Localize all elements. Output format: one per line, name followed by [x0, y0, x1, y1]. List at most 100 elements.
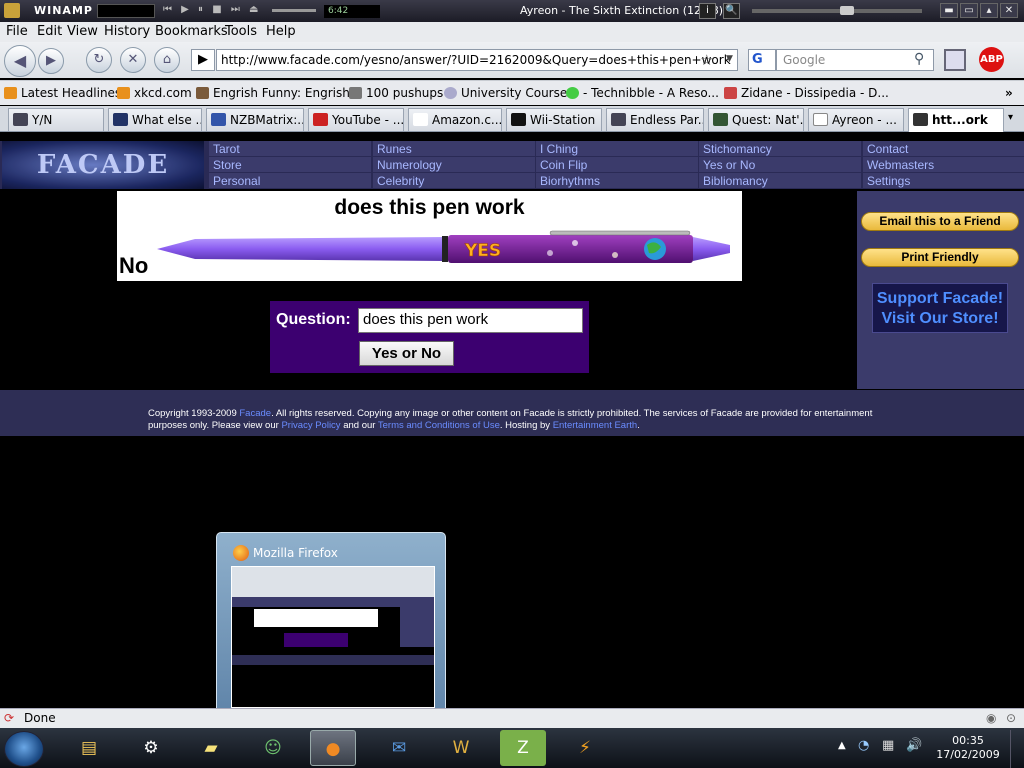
nav-link[interactable]: Contact	[863, 141, 1024, 156]
url-dropdown-icon[interactable]: ▼	[726, 54, 733, 64]
wow-icon[interactable]: W	[438, 730, 484, 766]
yes-or-no-button[interactable]: Yes or No	[359, 341, 454, 366]
messenger-icon[interactable]: ☺	[250, 730, 296, 766]
nav-link[interactable]: Numerology	[373, 157, 535, 172]
explorer-icon[interactable]: ▤	[66, 730, 112, 766]
menu-help[interactable]: Help	[266, 24, 296, 39]
menu-history[interactable]: History	[104, 24, 150, 39]
volume-slider[interactable]	[272, 9, 316, 12]
nav-link[interactable]: Biorhythms	[536, 173, 698, 188]
nav-link[interactable]: Celebrity	[373, 173, 535, 188]
terms-link[interactable]: Terms and Conditions of Use	[378, 420, 500, 431]
tray-expand-icon[interactable]: ▲	[838, 740, 846, 751]
seek-knob[interactable]	[840, 6, 854, 15]
thunderbird-icon[interactable]: ✉	[376, 730, 422, 766]
tab[interactable]: Quest: Nat'...	[708, 108, 804, 131]
volume-icon[interactable]: 🔊	[906, 738, 922, 753]
nav-link[interactable]: Personal	[209, 173, 371, 188]
nav-link[interactable]: Webmasters	[863, 157, 1024, 172]
privacy-policy-link[interactable]: Privacy Policy	[281, 420, 340, 431]
network-icon[interactable]: ▦	[882, 738, 894, 753]
question-input[interactable]: does this pen work	[358, 308, 583, 333]
winamp-logo-icon	[4, 3, 20, 18]
nav-link[interactable]: Store	[209, 157, 371, 172]
status-bar: ⟳ Done ◉ ⊙	[0, 708, 1024, 728]
bookmark-star-icon[interactable]: ☆	[700, 51, 713, 69]
steam-icon[interactable]: ⚙	[128, 730, 174, 766]
bookmark-item[interactable]: - Technibble - A Reso...	[566, 86, 719, 100]
nav-link[interactable]: Coin Flip	[536, 157, 698, 172]
go-icon[interactable]: ▶	[191, 49, 215, 71]
tab-active[interactable]: htt...ork	[908, 108, 1004, 132]
taskbar-thumbnail[interactable]: Mozilla Firefox	[216, 532, 446, 720]
adblock-icon[interactable]: ABP	[979, 47, 1004, 72]
tab[interactable]: NZBMatrix:...	[206, 108, 304, 131]
start-button[interactable]	[4, 731, 44, 767]
addon-icon[interactable]: ◉	[986, 711, 996, 725]
nav-link[interactable]: Settings	[863, 173, 1024, 188]
nav-link[interactable]: Bibliomancy	[699, 173, 861, 188]
footer-facade-link[interactable]: Facade	[239, 408, 271, 419]
nav-link[interactable]: Yes or No	[699, 157, 861, 172]
restore-icon[interactable]: ▭	[960, 3, 978, 18]
search-icon[interactable]: ⚲	[914, 51, 924, 67]
sticky-notes-icon[interactable]: ▰	[188, 730, 234, 766]
bookmark-item[interactable]: Zidane - Dissipedia - D...	[724, 86, 889, 100]
shade-icon[interactable]: ▴	[980, 3, 998, 18]
info-icon[interactable]: i	[699, 3, 716, 19]
bookmarks-overflow-icon[interactable]: »	[1005, 86, 1013, 100]
url-input[interactable]: http://www.facade.com/yesno/answer/?UID=…	[216, 49, 738, 71]
resize-icon[interactable]: ⊙	[1006, 711, 1016, 725]
zune-icon[interactable]: Z	[500, 730, 546, 766]
menu-file[interactable]: File	[6, 24, 28, 39]
bookmark-item[interactable]: University Courses	[444, 86, 574, 100]
support-store-banner[interactable]: Support Facade! Visit Our Store!	[872, 283, 1008, 333]
minimize-icon[interactable]: ▬	[940, 3, 958, 18]
email-friend-button[interactable]: Email this to a Friend	[861, 212, 1019, 231]
menu-edit[interactable]: Edit	[37, 24, 62, 39]
tab-list-icon[interactable]: ▾	[1008, 112, 1013, 123]
tab[interactable]: Endless Par...	[606, 108, 704, 131]
tab-label: Ayreon - ...	[832, 113, 897, 127]
winamp-taskbar-icon[interactable]: ⚡	[562, 730, 608, 766]
nav-link[interactable]: Stichomancy	[699, 141, 861, 156]
home-icon[interactable]: ⌂	[154, 47, 180, 73]
bookmark-item[interactable]: Latest Headlines	[4, 86, 121, 100]
bookmark-item[interactable]: 100 pushups	[349, 86, 443, 100]
reload-icon[interactable]: ↻	[86, 47, 112, 73]
menu-tools[interactable]: Tools	[225, 24, 257, 39]
search-input[interactable]: Google	[776, 49, 934, 71]
thumb-footer	[232, 655, 434, 665]
forward-icon[interactable]: ▶	[38, 48, 64, 74]
show-desktop-button[interactable]	[1010, 730, 1024, 768]
page-icon[interactable]	[944, 49, 966, 71]
tab[interactable]: What else ...	[108, 108, 202, 131]
tab[interactable]: YouTube - ...	[308, 108, 404, 131]
menu-bookmarks[interactable]: Bookmarks	[155, 24, 228, 39]
hosting-link[interactable]: Entertainment Earth	[553, 420, 638, 431]
seek-bar[interactable]	[752, 9, 922, 13]
firefox-taskbar-icon[interactable]: ●	[310, 730, 356, 766]
print-friendly-button[interactable]: Print Friendly	[861, 248, 1019, 267]
menu-view[interactable]: View	[67, 24, 98, 39]
search-icon[interactable]: 🔍	[723, 3, 740, 19]
tab[interactable]: Wii-Station	[506, 108, 602, 131]
nav-link[interactable]: Runes	[373, 141, 535, 156]
bookmark-item[interactable]: xkcd.com	[117, 86, 192, 100]
facade-logo[interactable]: FACADE	[2, 141, 204, 189]
search-engine-icon[interactable]: G	[748, 49, 776, 71]
back-icon[interactable]: ◀	[4, 45, 36, 77]
close-icon[interactable]: ✕	[1000, 3, 1018, 18]
tab-favicon-icon	[511, 113, 526, 126]
stop-icon[interactable]: ✕	[120, 47, 146, 73]
tab[interactable]: Ayreon - ...	[808, 108, 904, 131]
winamp-controls[interactable]: ⏮ ▶ ⏸ ■ ⏭ ⏏	[163, 4, 261, 15]
tab[interactable]: Y/N	[8, 108, 104, 131]
tab-label: YouTube - ...	[332, 113, 404, 127]
nav-link[interactable]: I Ching	[536, 141, 698, 156]
tab[interactable]: Amazon.c...	[408, 108, 502, 131]
nav-link[interactable]: Tarot	[209, 141, 371, 156]
bookmark-item[interactable]: Engrish Funny: Engrish...	[196, 86, 361, 100]
system-clock[interactable]: 00:35 17/02/2009	[935, 734, 1001, 762]
tray-app-icon[interactable]: ◔	[858, 738, 869, 753]
